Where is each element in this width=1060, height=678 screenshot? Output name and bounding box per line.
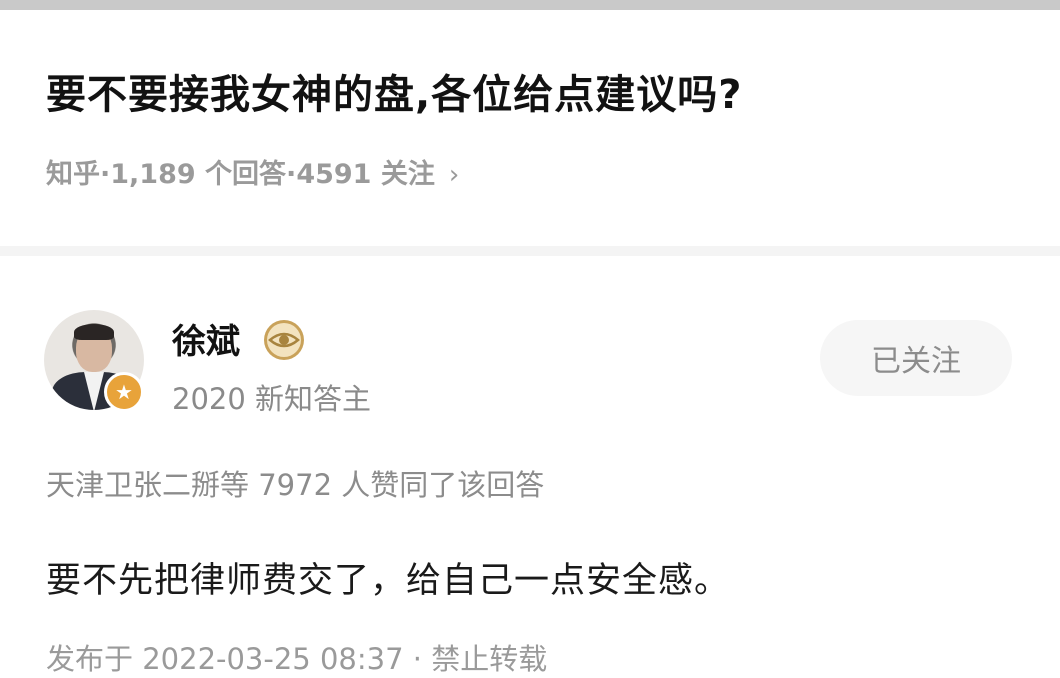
likes-summary[interactable]: 天津卫张二掰等 7972 人赞同了该回答 — [46, 462, 544, 504]
section-divider — [0, 246, 1060, 256]
top-status-strip — [0, 0, 1060, 10]
author-name[interactable]: 徐斌 — [172, 314, 240, 363]
follow-button[interactable]: 已关注 — [820, 320, 1012, 396]
publish-info: 发布于 2022-03-25 08:37 · 禁止转载 — [46, 642, 548, 676]
eye-level-icon — [264, 320, 304, 360]
chevron-right-icon: › — [448, 160, 460, 190]
avatar-hair — [74, 324, 114, 340]
author-description: 2020 新知答主 — [172, 382, 372, 416]
answer-content: 要不先把律师费交了，给自己一点安全感。 — [46, 561, 731, 601]
question-title[interactable]: 要不要接我女神的盘,各位给点建议吗? — [46, 62, 742, 120]
verified-badge-icon: ★ — [104, 372, 144, 412]
question-meta[interactable]: 知乎·1,189 个回答·4591 关注 › — [46, 152, 459, 191]
question-meta-text: 知乎·1,189 个回答·4591 关注 — [46, 159, 435, 190]
